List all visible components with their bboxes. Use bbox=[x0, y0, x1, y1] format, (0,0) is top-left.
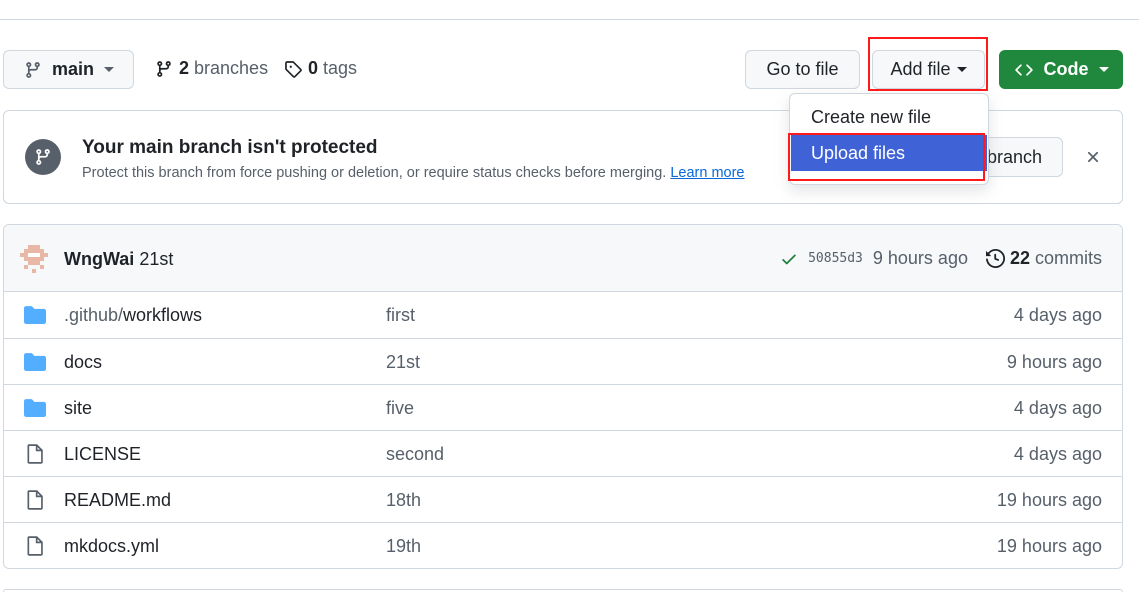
highlight-add-file bbox=[868, 37, 988, 91]
banner-description: Protect this branch from force pushing o… bbox=[82, 165, 744, 181]
tags-label: tags bbox=[323, 58, 358, 78]
code-label: Code bbox=[1043, 59, 1089, 79]
table-row[interactable]: mkdocs.yml 19th 19 hours ago bbox=[4, 522, 1122, 568]
file-path-prefix: .github/ bbox=[64, 305, 124, 325]
chevron-down-icon bbox=[104, 67, 115, 72]
file-commit-message[interactable]: first bbox=[386, 305, 415, 326]
go-to-file-label: Go to file bbox=[766, 59, 839, 79]
branch-select-button[interactable]: main bbox=[3, 50, 134, 89]
menu-item-label: Create new file bbox=[811, 106, 932, 127]
file-list: WngWai 21st 50855d3 9 hours ago 22 commi… bbox=[3, 224, 1123, 569]
branches-link[interactable]: 2 branches bbox=[155, 58, 268, 79]
banner-title: Your main branch isn't protected bbox=[82, 137, 378, 158]
highlight-upload-files bbox=[788, 133, 985, 181]
tags-link[interactable]: 0 tags bbox=[284, 58, 357, 79]
menu-item-create-new-file[interactable]: Create new file bbox=[791, 99, 987, 135]
git-branch-icon bbox=[25, 139, 61, 175]
code-icon bbox=[1014, 63, 1033, 76]
file-commit-message[interactable]: five bbox=[386, 398, 414, 419]
file-icon bbox=[27, 444, 43, 464]
file-name[interactable]: docs bbox=[64, 352, 102, 373]
file-age: 4 days ago bbox=[1013, 398, 1102, 418]
commit-details: 50855d3 9 hours ago 22 commits bbox=[780, 248, 1102, 269]
banner-description-text: Protect this branch from force pushing o… bbox=[82, 165, 667, 181]
file-age: 4 days ago bbox=[1013, 305, 1102, 325]
file-commit-message[interactable]: 19th bbox=[386, 536, 421, 557]
commits-link[interactable]: 22 commits bbox=[985, 248, 1102, 269]
commits-count: 22 bbox=[1009, 248, 1030, 268]
commit-sha[interactable]: 50855d3 bbox=[808, 251, 863, 266]
close-icon[interactable] bbox=[1084, 148, 1102, 166]
file-name[interactable]: mkdocs.yml bbox=[64, 536, 159, 557]
tags-count: 0 bbox=[308, 58, 319, 78]
table-row[interactable]: .github/workflows first 4 days ago bbox=[4, 292, 1122, 338]
table-row[interactable]: site five 4 days ago bbox=[4, 384, 1122, 430]
commit-author-line: WngWai 21st bbox=[64, 249, 173, 270]
commit-time: 9 hours ago bbox=[872, 248, 968, 268]
folder-icon bbox=[24, 306, 46, 324]
file-age: 4 days ago bbox=[1013, 444, 1102, 464]
file-name[interactable]: site bbox=[64, 398, 92, 419]
branches-label: branches bbox=[194, 58, 269, 78]
table-row[interactable]: docs 21st 9 hours ago bbox=[4, 338, 1122, 384]
go-to-file-button[interactable]: Go to file bbox=[745, 50, 860, 89]
chevron-down-icon bbox=[1098, 67, 1109, 72]
table-row[interactable]: README.md 18th 19 hours ago bbox=[4, 476, 1122, 522]
folder-icon bbox=[24, 353, 46, 371]
file-commit-message[interactable]: 21st bbox=[386, 352, 420, 373]
file-name[interactable]: .github/workflows bbox=[64, 305, 202, 326]
folder-icon bbox=[24, 399, 46, 417]
branch-name: main bbox=[52, 59, 95, 79]
branches-count: 2 bbox=[179, 58, 190, 78]
file-name[interactable]: README.md bbox=[64, 490, 171, 511]
protect-branch-label: branch bbox=[986, 146, 1042, 167]
table-row[interactable]: LICENSE second 4 days ago bbox=[4, 430, 1122, 476]
code-button[interactable]: Code bbox=[999, 50, 1123, 89]
file-name-text: workflows bbox=[123, 305, 203, 325]
file-age: 9 hours ago bbox=[1006, 352, 1102, 372]
learn-more-link[interactable]: Learn more bbox=[670, 165, 744, 181]
file-age: 19 hours ago bbox=[996, 490, 1102, 510]
commits-label: commits bbox=[1035, 248, 1102, 268]
file-commit-message[interactable]: 18th bbox=[386, 490, 421, 511]
check-icon[interactable] bbox=[780, 250, 798, 268]
avatar[interactable] bbox=[20, 245, 48, 273]
file-icon bbox=[27, 536, 43, 556]
file-commit-message[interactable]: second bbox=[386, 444, 444, 465]
commit-message[interactable]: 21st bbox=[139, 249, 173, 269]
file-name[interactable]: LICENSE bbox=[64, 444, 141, 465]
git-branch-icon bbox=[157, 60, 171, 77]
commit-author[interactable]: WngWai bbox=[64, 249, 134, 269]
git-branch-icon bbox=[26, 61, 40, 78]
tag-icon bbox=[285, 60, 302, 78]
top-divider bbox=[0, 19, 1139, 20]
file-age: 19 hours ago bbox=[996, 536, 1102, 556]
history-icon bbox=[985, 249, 1005, 268]
file-icon bbox=[27, 490, 43, 510]
protect-branch-button[interactable]: branch bbox=[979, 137, 1063, 177]
latest-commit-bar: WngWai 21st 50855d3 9 hours ago 22 commi… bbox=[4, 225, 1122, 292]
